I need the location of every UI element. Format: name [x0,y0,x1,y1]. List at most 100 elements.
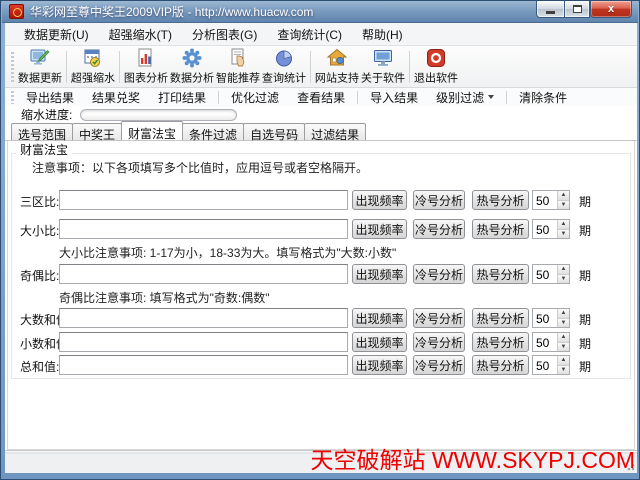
total-sum-frequency-button[interactable]: 出现频率 [352,355,407,375]
toolbar-button-smart-recommend[interactable]: 智能推荐 [215,46,261,87]
filter-row-odd-even-ratio: 奇偶比: 出现频率冷号分析热号分析 ▲▼ 期 [8,264,634,284]
toolbar-separator [409,51,410,83]
three-zone-ratio-input[interactable] [59,190,348,210]
menu-analysis-charts[interactable]: 分析图表(G) [182,23,267,46]
toolbar-button-clear-conditions[interactable]: 清除条件 [510,88,576,107]
three-zone-ratio-hot-button[interactable]: 热号分析 [472,190,529,210]
toolbar-separator [119,51,120,83]
toolbar-button-level-filter[interactable]: 级别过滤 [427,88,503,107]
close-button[interactable]: x [590,1,632,18]
odd-even-ratio-cold-button[interactable]: 冷号分析 [413,264,465,284]
spinner-down-icon[interactable]: ▼ [558,274,569,284]
window-controls: x [536,1,632,18]
panel-note: 注意事项：以下各项填写多个比值时，应用逗号或者空格隔开。 [32,159,368,176]
spinner-down-icon[interactable]: ▼ [558,365,569,375]
spinner-up-icon[interactable]: ▲ [558,356,569,365]
odd-even-ratio-input[interactable] [59,264,348,284]
big-sum-periods-input[interactable] [533,309,557,327]
toolbar-separator [506,91,507,104]
small-sum-frequency-button[interactable]: 出现频率 [352,332,407,352]
toolbar-button-optimize-filter[interactable]: 优化过滤 [222,88,288,107]
spinner-up-icon[interactable]: ▲ [558,333,569,342]
toolbar-button-about-software[interactable]: 关于软件 [360,46,406,87]
minimize-icon [546,11,555,14]
big-sum-input[interactable] [59,308,348,328]
toolbar-button-website-support[interactable]: 网站支持 [314,46,360,87]
tab-自选号码[interactable]: 自选号码 [243,123,305,140]
big-small-ratio-hot-button[interactable]: 热号分析 [472,219,529,239]
tab-条件过滤[interactable]: 条件过滤 [182,123,244,140]
menu-help[interactable]: 帮助(H) [352,23,413,46]
toolbar-button-exit-software[interactable]: 退出软件 [413,46,459,87]
big-small-ratio-input[interactable] [59,219,348,239]
row-label: 大小比: [20,222,59,239]
menu-query-stats[interactable]: 查询统计(C) [267,23,352,46]
main-toolbar: 数据更新超强缩水图表分析数据分析智能推荐查询统计网站支持关于软件退出软件 [5,46,637,88]
spinner-up-icon[interactable]: ▲ [558,265,569,274]
tab-财富法宝[interactable]: 财富法宝 [121,121,183,140]
total-sum-input[interactable] [59,355,348,375]
period-suffix-label: 期 [579,222,591,239]
spinner-down-icon[interactable]: ▼ [558,342,569,352]
menu-super-shrink[interactable]: 超强缩水(T) [99,23,182,46]
big-small-ratio-note: 大小比注意事项: 1-17为小，18-33为大。填写格式为"大数:小数" [59,244,559,261]
tab-strip: 选号范围中奖王财富法宝条件过滤自选号码过滤结果 [5,123,637,141]
toolbar-button-label: 网站支持 [315,70,359,86]
toolbar-button-import-results[interactable]: 导入结果 [361,88,427,107]
three-zone-ratio-frequency-button[interactable]: 出现频率 [352,190,407,210]
application-window: 华彩网至尊中奖王2009VIP版 - http://www.huacw.com … [0,0,640,480]
toolbar-grip[interactable] [11,91,14,104]
big-small-ratio-frequency-button[interactable]: 出现频率 [352,219,407,239]
small-sum-cold-button[interactable]: 冷号分析 [413,332,465,352]
spinner-up-icon[interactable]: ▲ [558,309,569,318]
small-sum-hot-button[interactable]: 热号分析 [472,332,529,352]
big-small-ratio-cold-button[interactable]: 冷号分析 [413,219,465,239]
small-sum-periods-input[interactable] [533,333,557,351]
odd-even-ratio-periods-input[interactable] [533,265,557,283]
title-bar[interactable]: 华彩网至尊中奖王2009VIP版 - http://www.huacw.com … [2,1,638,23]
tab-过滤结果[interactable]: 过滤结果 [304,123,366,140]
period-suffix-label: 期 [579,267,591,284]
toolbar-button-print-results[interactable]: 打印结果 [149,88,215,107]
tab-选号范围[interactable]: 选号范围 [11,123,73,140]
spinner-down-icon[interactable]: ▼ [558,229,569,239]
odd-even-ratio-hot-button[interactable]: 热号分析 [472,264,529,284]
total-sum-hot-button[interactable]: 热号分析 [472,355,529,375]
total-sum-periods-input[interactable] [533,356,557,374]
toolbar-button-export-results[interactable]: 导出结果 [17,88,83,107]
small-sum-input[interactable] [59,332,348,352]
toolbar-button-data-analysis[interactable]: 数据分析 [169,46,215,87]
toolbar-button-super-shrink[interactable]: 超强缩水 [70,46,116,87]
minimize-button[interactable] [536,1,564,18]
toolbar-button-chart-analysis[interactable]: 图表分析 [123,46,169,87]
three-zone-ratio-periods-input[interactable] [533,191,557,209]
spinner-up-icon[interactable]: ▲ [558,220,569,229]
toolbar-button-query-stats[interactable]: 查询统计 [261,46,307,87]
big-sum-hot-button[interactable]: 热号分析 [472,308,529,328]
toolbar-separator [218,91,219,104]
spinner-down-icon[interactable]: ▼ [558,318,569,328]
big-small-ratio-periods-input[interactable] [533,220,557,238]
total-sum-cold-button[interactable]: 冷号分析 [413,355,465,375]
spinner-down-icon[interactable]: ▼ [558,200,569,210]
toolbar-grip[interactable] [11,52,14,82]
period-suffix-label: 期 [579,358,591,375]
toolbar-button-view-results[interactable]: 查看结果 [288,88,354,107]
close-icon: x [608,3,614,15]
big-sum-frequency-button[interactable]: 出现频率 [352,308,407,328]
row-label: 三区比: [20,193,59,210]
big-sum-cold-button[interactable]: 冷号分析 [413,308,465,328]
menu-data-update[interactable]: 数据更新(U) [14,23,99,46]
dropdown-arrow-icon [488,95,494,99]
power-icon [425,47,447,69]
maximize-button[interactable] [564,1,590,18]
calendar-shrink-icon [82,47,104,69]
three-zone-ratio-cold-button[interactable]: 冷号分析 [413,190,465,210]
spinner-up-icon[interactable]: ▲ [558,191,569,200]
toolbar-button-redeem-results[interactable]: 结果兑奖 [83,88,149,107]
chart-page-icon [135,47,157,69]
toolbar-button-data-update[interactable]: 数据更新 [17,46,63,87]
row-label: 奇偶比: [20,267,59,284]
odd-even-ratio-frequency-button[interactable]: 出现频率 [352,264,407,284]
tab-中奖王[interactable]: 中奖王 [72,123,122,140]
